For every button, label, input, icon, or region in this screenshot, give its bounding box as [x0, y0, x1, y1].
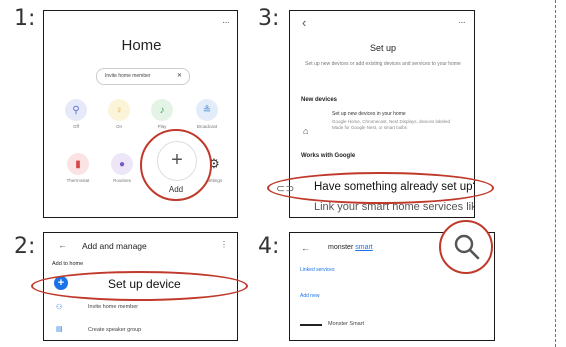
setup-subtitle: Set up new devices or add existing devic… — [305, 61, 461, 67]
monster-smart-result[interactable]: Monster Smart — [328, 321, 364, 327]
add-new-link[interactable]: Add new — [300, 293, 319, 299]
search-icon — [454, 234, 480, 260]
action-on[interactable]: ♀ On — [101, 99, 137, 129]
search-query-word1: monster — [328, 244, 356, 251]
add-manage-title: Add and manage — [82, 241, 147, 251]
step-number-1: 1: — [14, 6, 36, 31]
speaker-group-icon: ▤ — [56, 326, 63, 333]
routines-icon: ● — [111, 153, 133, 175]
step-number-4: 4: — [258, 234, 280, 259]
search-button-highlight[interactable] — [439, 220, 493, 274]
more-menu-icon[interactable]: ··· — [222, 17, 230, 28]
back-arrow-icon[interactable]: ← — [301, 243, 310, 253]
new-devices-desc: Google Home, Chromecast, Nest Displays, … — [332, 119, 451, 130]
invite-member-item[interactable]: Invite home member — [88, 304, 138, 310]
add-button-highlight[interactable]: + Add — [140, 129, 212, 201]
action-play[interactable]: ♪ Play — [144, 99, 180, 129]
dashed-divider — [555, 0, 556, 347]
lightbulb-icon: ♀ — [108, 99, 130, 121]
more-vert-icon[interactable]: ⋮ — [220, 240, 228, 249]
back-chevron-icon[interactable]: ‹ — [302, 15, 306, 30]
action-routines-label: Routines — [113, 178, 131, 183]
search-query[interactable]: monster smart — [328, 244, 373, 251]
step-number-2: 2: — [14, 234, 36, 259]
action-thermostat-label: Thermostat — [66, 178, 90, 183]
new-devices-title[interactable]: Set up new devices in your home — [332, 111, 406, 117]
lightbulb-icon: ⚲ — [65, 99, 87, 121]
action-broadcast[interactable]: ≗ Broadcast — [187, 99, 227, 129]
invite-member-chip[interactable]: Invite home member ✕ — [96, 68, 190, 85]
new-devices-heading: New devices — [301, 97, 338, 103]
plus-icon: + — [157, 141, 197, 181]
add-label: Add — [168, 185, 184, 194]
linked-services-link[interactable]: Linked services — [300, 267, 334, 273]
action-routines[interactable]: ● Routines — [104, 153, 140, 183]
action-off[interactable]: ⚲ Off — [58, 99, 94, 129]
step-number-3: 3: — [258, 6, 280, 31]
setup-title: Set up — [369, 43, 397, 53]
action-on-label: On — [115, 124, 122, 129]
action-thermostat[interactable]: ▮ Thermostat — [58, 153, 98, 183]
broadcast-icon: ≗ — [196, 99, 218, 121]
search-query-word2: smart — [355, 244, 373, 251]
link-icon: ⊂⊃ — [276, 183, 295, 195]
invite-chip-label: Invite home member — [105, 73, 151, 79]
action-off-label: Off — [73, 124, 79, 129]
works-with-google-heading: Works with Google — [301, 153, 356, 159]
close-icon[interactable]: ✕ — [177, 72, 182, 79]
person-add-icon: ⚇ — [56, 304, 63, 311]
home-title: Home — [121, 37, 162, 54]
more-menu-icon[interactable]: ··· — [458, 17, 466, 28]
home-icon: ⌂ — [303, 126, 309, 136]
create-speaker-group-item[interactable]: Create speaker group — [88, 327, 141, 333]
home-screen-panel: ··· Home Invite home member ✕ ⚲ Off ♀ On… — [43, 10, 238, 218]
thermostat-icon: ▮ — [67, 153, 89, 175]
have-something-highlight[interactable] — [267, 172, 494, 204]
music-icon: ♪ — [151, 99, 173, 121]
setup-device-highlight[interactable] — [31, 271, 248, 301]
back-arrow-icon[interactable]: ← — [58, 240, 67, 250]
add-to-home-label: Add to home — [52, 261, 84, 267]
monster-logo-icon — [300, 324, 322, 326]
action-broadcast-label: Broadcast — [196, 124, 218, 129]
